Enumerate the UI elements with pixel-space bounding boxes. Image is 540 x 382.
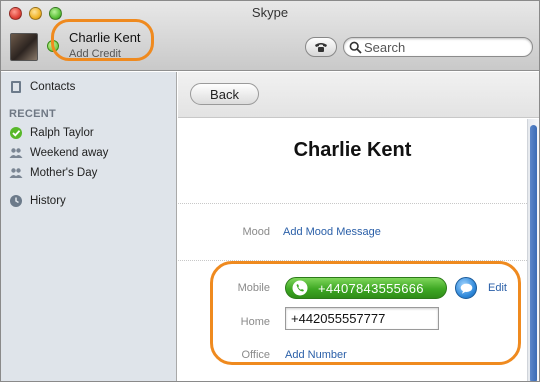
sidebar-item-label: Ralph Taylor	[30, 127, 94, 139]
phone-numbers-highlight-annotation	[210, 261, 521, 365]
dial-pad-button[interactable]	[305, 37, 337, 57]
sidebar-item-contacts[interactable]: Contacts	[9, 80, 75, 94]
search-box[interactable]	[343, 37, 533, 57]
back-button[interactable]: Back	[190, 83, 259, 105]
add-mood-message-link[interactable]: Add Mood Message	[283, 226, 381, 238]
contact-name-heading: Charlie Kent	[293, 139, 412, 161]
sidebar-item-weekend-away[interactable]: Weekend away	[9, 146, 108, 160]
online-status-icon	[10, 127, 22, 139]
scrollbar[interactable]	[527, 119, 539, 381]
recent-heading: RECENT	[9, 108, 57, 120]
mood-label: Mood	[242, 226, 270, 238]
detail-header-bar: Back	[178, 72, 539, 118]
phone-dialpad-icon	[315, 43, 327, 52]
sidebar-item-label: Mother's Day	[30, 167, 98, 179]
sidebar-item-mothers-day[interactable]: Mother's Day	[9, 166, 97, 180]
sidebar-item-label: Weekend away	[30, 147, 109, 159]
sidebar-item-ralph-taylor[interactable]: Ralph Taylor	[9, 126, 94, 140]
skype-window: Skype Charlie Kent Add Credit Cont	[0, 0, 540, 382]
contacts-book-icon	[11, 81, 21, 93]
scrollbar-thumb[interactable]	[530, 125, 537, 381]
sidebar-item-history[interactable]: History	[9, 194, 66, 208]
name-highlight-annotation	[51, 19, 154, 61]
divider	[178, 203, 527, 204]
group-icon	[9, 168, 23, 178]
contact-detail-panel: Back Charlie Kent Mood Add Mood Message …	[178, 72, 539, 381]
search-icon	[349, 41, 362, 54]
search-input[interactable]	[364, 39, 524, 55]
sidebar: Contacts RECENT Ralph Taylor Weekend awa…	[1, 72, 177, 381]
avatar[interactable]	[10, 33, 38, 61]
clock-icon	[10, 195, 22, 207]
group-icon	[9, 148, 23, 158]
toolbar: Skype Charlie Kent Add Credit	[1, 1, 539, 71]
sidebar-item-label: Contacts	[30, 81, 76, 93]
sidebar-item-label: History	[30, 195, 66, 207]
window-title: Skype	[251, 5, 289, 20]
